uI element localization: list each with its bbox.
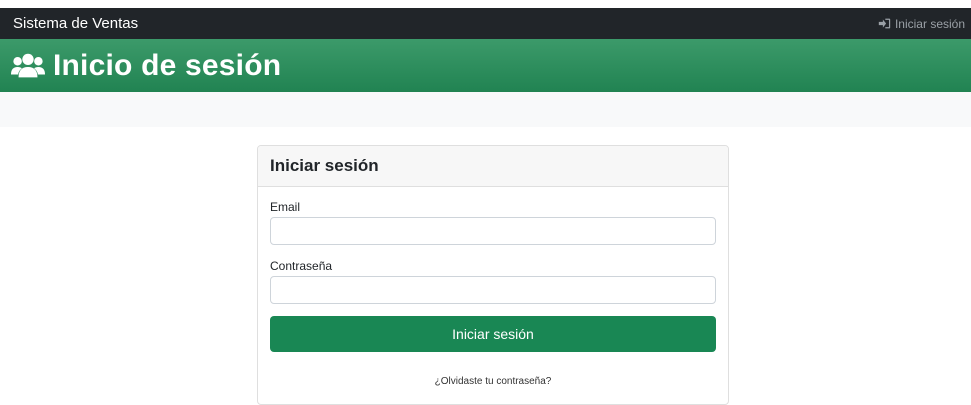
top-navbar: Sistema de Ventas Iniciar sesión (0, 8, 971, 39)
navbar-brand[interactable]: Sistema de Ventas (13, 15, 138, 32)
login-card: Iniciar sesión Email Contraseña Iniciar … (257, 145, 729, 405)
forgot-password-link[interactable]: ¿Olvidaste tu contraseña? (270, 376, 716, 387)
users-icon (11, 53, 45, 77)
email-label: Email (270, 200, 301, 214)
login-card-title: Iniciar sesión (258, 146, 728, 187)
navbar-login-label: Iniciar sesión (894, 16, 965, 31)
login-form: Email Contraseña Iniciar sesión ¿Olvidas… (258, 187, 728, 387)
sign-in-icon (878, 18, 891, 29)
password-label: Contraseña (270, 259, 333, 273)
password-group: Contraseña (270, 259, 716, 304)
login-submit-button[interactable]: Iniciar sesión (270, 316, 716, 352)
page-title: Inicio de sesión (53, 48, 282, 82)
password-field[interactable] (270, 276, 716, 304)
email-field[interactable] (270, 217, 716, 245)
header-spacer (0, 92, 971, 127)
page-header: Inicio de sesión (0, 39, 971, 92)
navbar-login-link[interactable]: Iniciar sesión (878, 17, 965, 31)
